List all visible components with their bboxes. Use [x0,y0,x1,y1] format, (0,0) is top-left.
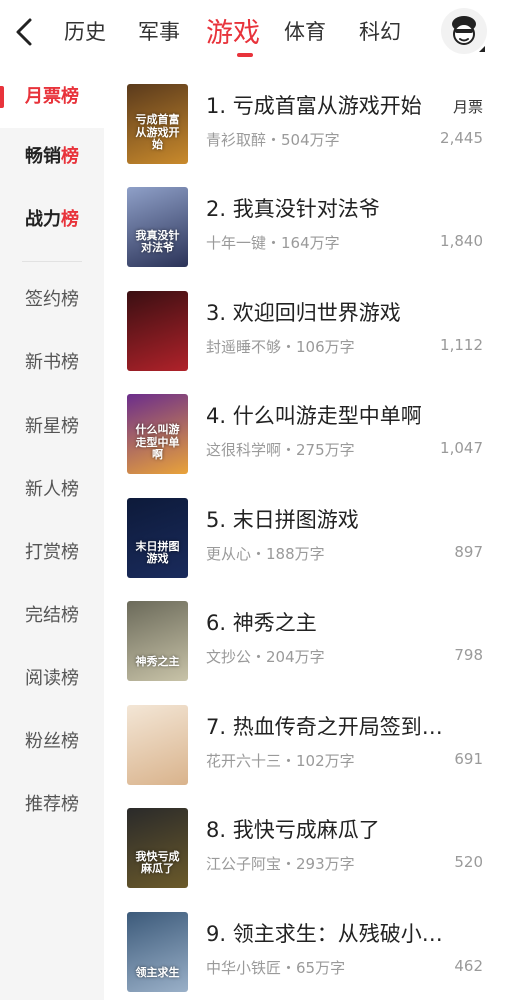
book-row-8[interactable]: 我快亏成麻瓜了 8. 我快亏成麻瓜了 江公子阿宝・293万字 520 [104,790,505,893]
ticket-unit-label: 月票 [452,98,483,116]
ticket-count: 1,047 [440,439,483,457]
sidebar-item-newcomers[interactable]: 新人榜 [0,459,104,521]
book-meta: 青衫取醉・504万字 [206,131,340,149]
ticket-count: 798 [454,646,483,664]
book-title: 5. 末日拼图游戏 [206,508,359,532]
book-meta: 中华小铁匠・65万字 [206,959,346,977]
book-meta: 封遥睡不够・106万字 [206,338,355,356]
book-meta: 江公子阿宝・293万字 [206,855,355,873]
book-cover: 我真没针对法爷 [127,187,188,267]
dropdown-corner-icon [479,46,485,52]
book-title: 3. 欢迎回归世界游戏 [206,301,401,325]
book-row-2[interactable]: 我真没针对法爷 2. 我真没针对法爷 十年一键・164万字 1,840 [104,169,505,272]
book-ranking-list: 亏成首富从游戏开始 1. 亏成首富从游戏开始 月票 青衫取醉・504万字 2,4… [104,66,505,1000]
book-cover: 我快亏成麻瓜了 [127,808,188,888]
sidebar-item-bestseller[interactable]: 畅销榜 [0,126,104,188]
sidebar-item-tips[interactable]: 打赏榜 [0,522,104,584]
sidebar-item-completed[interactable]: 完结榜 [0,585,104,647]
book-cover: 亏成首富从游戏开始 [127,84,188,164]
active-tab-indicator [237,53,253,57]
sidebar-item-power[interactable]: 战力榜 [0,189,104,251]
book-title: 1. 亏成首富从游戏开始 [206,94,422,118]
book-row-3[interactable]: 3. 欢迎回归世界游戏 封遥睡不够・106万字 1,112 [104,273,505,376]
book-cover [127,705,188,785]
ticket-count: 1,840 [440,232,483,250]
book-title: 2. 我真没针对法爷 [206,197,380,221]
book-cover [127,291,188,371]
top-bar: 历史 军事 游戏 体育 科幻 [0,0,505,66]
ticket-count: 897 [454,543,483,561]
book-meta: 这很科学啊・275万字 [206,441,355,459]
book-title: 4. 什么叫游走型中单啊 [206,404,422,428]
book-meta: 文抄公・204万字 [206,648,325,666]
tab-history[interactable]: 历史 [64,0,138,66]
ranking-sidebar: 月票榜 畅销榜 战力榜 签约榜 新书榜 新星榜 新人榜 打赏榜 完结榜 阅读榜 … [0,66,104,1000]
book-row-4[interactable]: 什么叫游走型中单啊 4. 什么叫游走型中单啊 这很科学啊・275万字 1,047 [104,376,505,479]
sidebar-divider [22,261,82,262]
book-meta: 花开六十三・102万字 [206,752,355,770]
book-cover: 末日拼图游戏 [127,498,188,578]
ticket-count: 2,445 [440,129,483,147]
book-row-5[interactable]: 末日拼图游戏 5. 末日拼图游戏 更从心・188万字 897 [104,480,505,583]
sidebar-item-reading[interactable]: 阅读榜 [0,648,104,710]
book-cover: 神秀之主 [127,601,188,681]
ticket-count: 520 [454,853,483,871]
avatar-icon [452,16,476,45]
tab-games[interactable]: 游戏 [206,0,284,66]
sidebar-item-signed[interactable]: 签约榜 [0,269,104,331]
category-tabs: 历史 军事 游戏 体育 科幻 [64,0,429,66]
book-title: 6. 神秀之主 [206,611,317,635]
sidebar-item-recommended[interactable]: 推荐榜 [0,774,104,836]
sidebar-item-new-books[interactable]: 新书榜 [0,332,104,394]
book-row-6[interactable]: 神秀之主 6. 神秀之主 文抄公・204万字 798 [104,583,505,686]
ticket-count: 462 [454,957,483,975]
ticket-count: 1,112 [440,336,483,354]
book-meta: 十年一键・164万字 [206,234,340,252]
book-title: 8. 我快亏成麻瓜了 [206,818,380,842]
ticket-count: 691 [454,750,483,768]
sidebar-item-fans[interactable]: 粉丝榜 [0,711,104,773]
avatar-button[interactable] [441,8,487,54]
book-row-7[interactable]: 7. 热血传奇之开局签到… 花开六十三・102万字 691 [104,687,505,790]
book-row-9[interactable]: 领主求生 9. 领主求生：从残破小… 中华小铁匠・65万字 462 [104,894,505,997]
book-cover: 领主求生 [127,912,188,992]
book-title: 9. 领主求生：从残破小… [206,922,443,946]
back-arrow-icon [16,18,32,46]
tab-scifi[interactable]: 科幻 [359,0,429,66]
book-cover: 什么叫游走型中单啊 [127,394,188,474]
tab-military[interactable]: 军事 [138,0,206,66]
book-meta: 更从心・188万字 [206,545,325,563]
sidebar-item-new-stars[interactable]: 新星榜 [0,396,104,458]
tab-sports[interactable]: 体育 [284,0,359,66]
book-title: 7. 热血传奇之开局签到… [206,715,443,739]
sidebar-item-monthly-ticket[interactable]: 月票榜 [0,66,104,128]
book-row-1[interactable]: 亏成首富从游戏开始 1. 亏成首富从游戏开始 月票 青衫取醉・504万字 2,4… [104,66,505,169]
back-button[interactable] [10,14,42,50]
